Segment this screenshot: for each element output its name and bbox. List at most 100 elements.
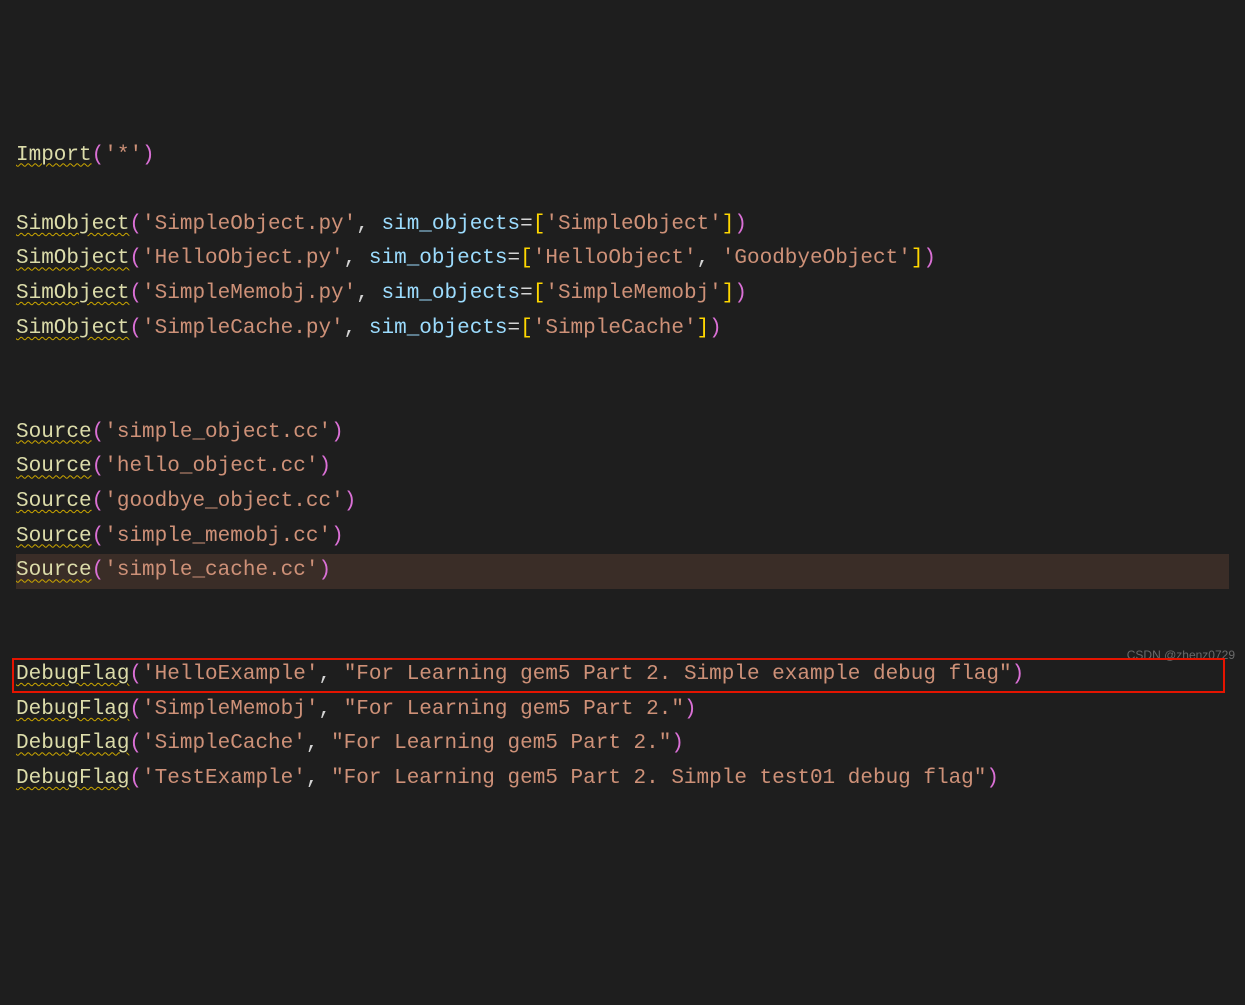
token-str: "For Learning gem5 Part 2." (344, 698, 684, 721)
code-line-13[interactable] (16, 589, 1229, 624)
token-paren: ) (923, 247, 936, 270)
code-line-17[interactable]: DebugFlag('SimpleCache', "For Learning g… (16, 727, 1229, 762)
token-bracket: [ (533, 213, 546, 236)
token-op: = (520, 282, 533, 305)
token-str: "For Learning gem5 Part 2. Simple test01… (331, 767, 986, 790)
token-paren: ) (684, 698, 697, 721)
watermark-text: CSDN @zhenz0729 (1127, 646, 1235, 666)
token-paren: ) (142, 144, 155, 167)
token-bracket: [ (520, 317, 533, 340)
token-paren: ) (986, 767, 999, 790)
token-func: SimObject (16, 317, 129, 340)
token-func: Source (16, 525, 92, 548)
code-line-11[interactable]: Source('simple_memobj.cc') (16, 520, 1229, 555)
code-line-12[interactable]: Source('simple_cache.cc') (16, 554, 1229, 589)
token-func: DebugFlag (16, 732, 129, 755)
token-str: '*' (104, 144, 142, 167)
token-paren: ( (129, 247, 142, 270)
token-bracket: ] (697, 317, 710, 340)
token-str: 'SimpleMemobj' (142, 698, 318, 721)
token-paren: ) (331, 525, 344, 548)
token-op: , (356, 282, 381, 305)
token-paren: ) (671, 732, 684, 755)
token-bracket: ] (722, 213, 735, 236)
token-paren: ) (344, 490, 357, 513)
token-paren: ) (734, 282, 747, 305)
token-paren: ) (318, 455, 331, 478)
token-paren: ( (92, 455, 105, 478)
token-paren: ) (1012, 663, 1025, 686)
token-str: 'HelloExample' (142, 663, 318, 686)
token-bracket: [ (533, 282, 546, 305)
token-kwarg: sim_objects (382, 213, 521, 236)
token-paren: ( (129, 698, 142, 721)
code-line-1[interactable] (16, 173, 1229, 208)
token-func: Source (16, 559, 92, 582)
token-paren: ( (92, 525, 105, 548)
token-op: = (508, 317, 521, 340)
code-line-4[interactable]: SimObject('SimpleMemobj.py', sim_objects… (16, 277, 1229, 312)
code-editor[interactable]: Import('*') SimObject('SimpleObject.py',… (16, 139, 1229, 797)
token-func: SimObject (16, 213, 129, 236)
token-op: , (318, 663, 343, 686)
code-line-8[interactable]: Source('simple_object.cc') (16, 416, 1229, 451)
token-paren: ( (129, 213, 142, 236)
token-str: 'SimpleCache' (533, 317, 697, 340)
code-line-0[interactable]: Import('*') (16, 139, 1229, 174)
token-func: DebugFlag (16, 698, 129, 721)
code-line-3[interactable]: SimObject('HelloObject.py', sim_objects=… (16, 242, 1229, 277)
token-str: 'SimpleObject.py' (142, 213, 356, 236)
token-str: 'simple_memobj.cc' (104, 525, 331, 548)
token-paren: ) (709, 317, 722, 340)
token-bracket: ] (722, 282, 735, 305)
token-str: 'hello_object.cc' (104, 455, 318, 478)
token-kwarg: sim_objects (369, 247, 508, 270)
token-str: 'SimpleMemobj' (545, 282, 721, 305)
token-str: 'HelloObject' (533, 247, 697, 270)
code-line-14[interactable] (16, 624, 1229, 659)
code-line-10[interactable]: Source('goodbye_object.cc') (16, 485, 1229, 520)
token-kwarg: sim_objects (369, 317, 508, 340)
token-op: , (306, 732, 331, 755)
token-str: "For Learning gem5 Part 2. Simple exampl… (344, 663, 1012, 686)
token-str: 'SimpleMemobj.py' (142, 282, 356, 305)
code-line-9[interactable]: Source('hello_object.cc') (16, 450, 1229, 485)
token-str: 'SimpleObject' (545, 213, 721, 236)
token-func: Import (16, 144, 92, 167)
token-op: , (344, 317, 369, 340)
token-op: , (344, 247, 369, 270)
token-str: 'simple_object.cc' (104, 421, 331, 444)
token-func: Source (16, 490, 92, 513)
token-func: DebugFlag (16, 663, 129, 686)
token-str: "For Learning gem5 Part 2." (331, 732, 671, 755)
token-str: 'goodbye_object.cc' (104, 490, 343, 513)
token-paren: ( (129, 317, 142, 340)
token-str: 'SimpleCache' (142, 732, 306, 755)
token-kwarg: sim_objects (382, 282, 521, 305)
token-bracket: [ (520, 247, 533, 270)
code-line-5[interactable]: SimObject('SimpleCache.py', sim_objects=… (16, 312, 1229, 347)
token-func: DebugFlag (16, 767, 129, 790)
code-line-7[interactable] (16, 381, 1229, 416)
token-paren: ( (129, 732, 142, 755)
code-line-16[interactable]: DebugFlag('SimpleMemobj', "For Learning … (16, 693, 1229, 728)
token-paren: ( (92, 559, 105, 582)
token-bracket: ] (911, 247, 924, 270)
token-op: , (306, 767, 331, 790)
token-op: = (508, 247, 521, 270)
token-paren: ( (92, 144, 105, 167)
code-line-15[interactable]: DebugFlag('HelloExample', "For Learning … (16, 658, 1229, 693)
token-op: , (318, 698, 343, 721)
code-line-2[interactable]: SimObject('SimpleObject.py', sim_objects… (16, 208, 1229, 243)
token-paren: ( (129, 767, 142, 790)
token-str: 'GoodbyeObject' (722, 247, 911, 270)
token-func: Source (16, 421, 92, 444)
token-str: 'SimpleCache.py' (142, 317, 344, 340)
token-func: SimObject (16, 247, 129, 270)
token-op: , (356, 213, 381, 236)
code-line-6[interactable] (16, 346, 1229, 381)
code-line-18[interactable]: DebugFlag('TestExample', "For Learning g… (16, 762, 1229, 797)
token-func: Source (16, 455, 92, 478)
token-paren: ( (129, 663, 142, 686)
token-op: = (520, 213, 533, 236)
